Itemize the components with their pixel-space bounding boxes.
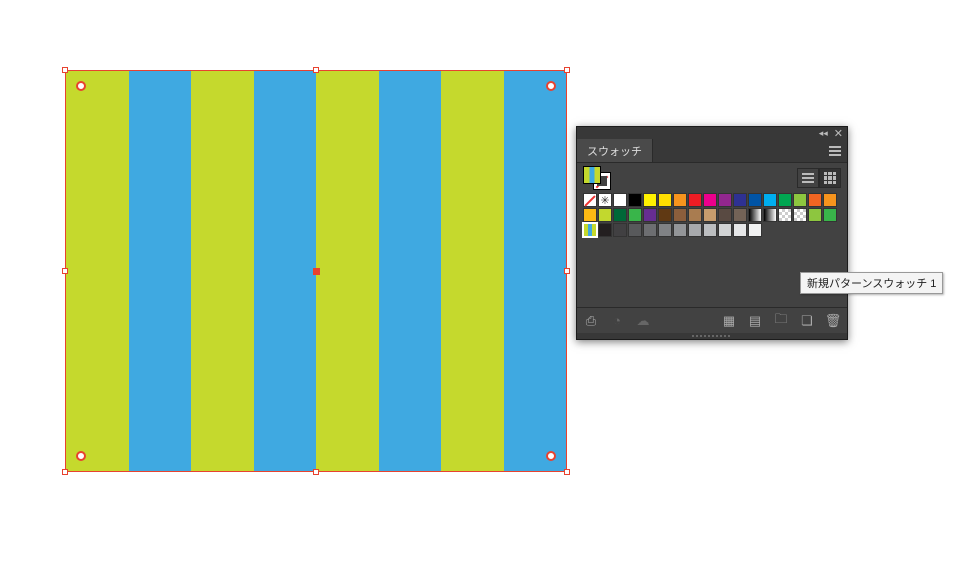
swatch[interactable] — [748, 208, 762, 222]
swatch-grid — [577, 193, 847, 241]
swatch[interactable] — [688, 193, 702, 207]
panel-resize-gripper[interactable] — [577, 333, 847, 339]
resize-handle-r[interactable] — [564, 268, 570, 274]
swatch[interactable] — [643, 223, 657, 237]
swatch-options-icon[interactable]: ▦ — [721, 313, 737, 329]
swatch[interactable] — [583, 193, 597, 207]
swatch[interactable] — [598, 193, 612, 207]
swatch[interactable] — [748, 223, 762, 237]
swatch[interactable] — [613, 193, 627, 207]
resize-handle-br[interactable] — [564, 469, 570, 475]
cloud-icon[interactable]: ☁ — [635, 313, 651, 329]
close-icon[interactable]: ✕ — [834, 127, 843, 140]
swatch[interactable] — [823, 208, 837, 222]
swatch[interactable] — [703, 193, 717, 207]
swatch[interactable] — [598, 223, 612, 237]
resize-handle-tr[interactable] — [564, 67, 570, 73]
swatch[interactable] — [733, 208, 747, 222]
center-point[interactable] — [313, 268, 320, 275]
swatch[interactable] — [808, 193, 822, 207]
panel-footer: ⎙ ◔ ☁ ▦ ▤ 🗀 ❏ 🗑 — [577, 307, 847, 333]
fill-swatch[interactable] — [583, 166, 601, 184]
anchor-point[interactable] — [546, 81, 556, 91]
resize-handle-bl[interactable] — [62, 469, 68, 475]
swatch[interactable] — [643, 193, 657, 207]
menu-icon — [829, 146, 841, 156]
swatch[interactable] — [643, 208, 657, 222]
swatch[interactable] — [733, 193, 747, 207]
swatch[interactable] — [658, 223, 672, 237]
swatch[interactable] — [658, 208, 672, 222]
swatches-panel[interactable]: ◂◂ ✕ スウォッチ ⎙ — [576, 126, 848, 340]
panel-tabbar: スウォッチ — [577, 139, 847, 163]
swatch[interactable] — [658, 193, 672, 207]
trash-icon[interactable]: 🗑 — [825, 313, 841, 329]
library-icon[interactable]: ⎙ — [583, 313, 599, 329]
resize-handle-tl[interactable] — [62, 67, 68, 73]
swatch[interactable] — [598, 208, 612, 222]
collapse-icon[interactable]: ◂◂ — [819, 128, 828, 139]
swatch[interactable] — [823, 193, 837, 207]
swatch[interactable] — [628, 193, 642, 207]
swatch[interactable] — [733, 223, 747, 237]
swatch[interactable] — [628, 223, 642, 237]
tab-label: スウォッチ — [587, 143, 642, 159]
swatch[interactable] — [613, 223, 627, 237]
swatch[interactable] — [718, 193, 732, 207]
list-view-button[interactable] — [797, 168, 819, 188]
panel-topbar[interactable]: ◂◂ ✕ — [577, 127, 847, 139]
new-swatch-icon[interactable]: ❏ — [799, 313, 815, 329]
anchor-point[interactable] — [76, 81, 86, 91]
resize-handle-b[interactable] — [313, 469, 319, 475]
grid-icon — [824, 172, 836, 184]
folder-icon[interactable]: 🗀 — [773, 313, 789, 329]
anchor-point[interactable] — [76, 451, 86, 461]
swatch[interactable] — [688, 223, 702, 237]
swatch-kind-icon[interactable]: ◔ — [609, 313, 625, 329]
swatch[interactable] — [793, 208, 807, 222]
swatch[interactable] — [673, 208, 687, 222]
list-icon — [802, 173, 814, 183]
swatch[interactable] — [718, 223, 732, 237]
grid-view-button[interactable] — [819, 168, 841, 188]
fill-stroke-indicator[interactable] — [583, 166, 611, 190]
swatch[interactable] — [583, 223, 597, 237]
swatch[interactable] — [703, 223, 717, 237]
panel-menu-button[interactable] — [823, 139, 847, 162]
new-group-icon[interactable]: ▤ — [747, 313, 763, 329]
swatch[interactable] — [778, 208, 792, 222]
swatch[interactable] — [703, 208, 717, 222]
swatch[interactable] — [688, 208, 702, 222]
selected-rectangle[interactable] — [66, 71, 566, 471]
resize-handle-t[interactable] — [313, 67, 319, 73]
swatch[interactable] — [763, 193, 777, 207]
swatch[interactable] — [763, 208, 777, 222]
swatch[interactable] — [613, 208, 627, 222]
swatch[interactable] — [673, 223, 687, 237]
anchor-point[interactable] — [546, 451, 556, 461]
swatch[interactable] — [793, 193, 807, 207]
swatch[interactable] — [808, 208, 822, 222]
swatch-tooltip: 新規パターンスウォッチ 1 — [800, 272, 943, 294]
resize-handle-l[interactable] — [62, 268, 68, 274]
swatch[interactable] — [583, 208, 597, 222]
swatch[interactable] — [628, 208, 642, 222]
swatch[interactable] — [673, 193, 687, 207]
swatch[interactable] — [748, 193, 762, 207]
tab-swatches[interactable]: スウォッチ — [577, 139, 653, 162]
swatch[interactable] — [718, 208, 732, 222]
swatch[interactable] — [778, 193, 792, 207]
